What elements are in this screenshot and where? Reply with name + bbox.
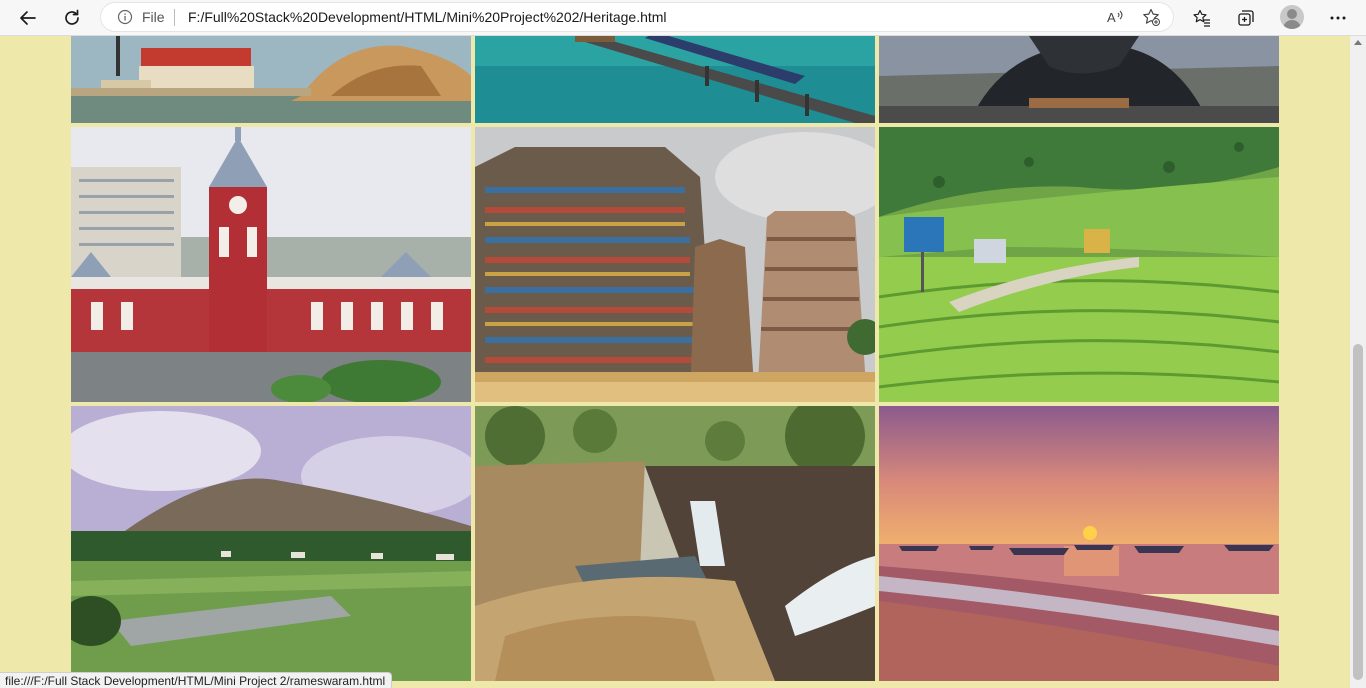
scroll-up-arrow-icon[interactable] [1354, 40, 1362, 45]
coastal-town-rocks-image[interactable] [71, 36, 471, 123]
hill-paddy-fields-image[interactable] [71, 406, 471, 681]
browser-toolbar: File F:/Full%20Stack%20Development/HTML/… [0, 0, 1366, 36]
address-separator [174, 9, 175, 26]
scheme-label: File [142, 9, 165, 25]
sunset-beach-boats-image[interactable] [879, 406, 1279, 681]
profile-avatar-icon[interactable] [1280, 5, 1304, 29]
temple-gopuram-image[interactable] [475, 127, 875, 402]
back-arrow-icon[interactable] [14, 4, 42, 32]
chennai-central-station-image[interactable] [71, 127, 471, 402]
read-aloud-icon[interactable]: A [1105, 7, 1125, 27]
more-options-icon[interactable] [1324, 4, 1352, 32]
favorites-icon[interactable] [1188, 4, 1216, 32]
scrollbar-thumb[interactable] [1353, 344, 1363, 680]
address-bar[interactable]: File F:/Full%20Stack%20Development/HTML/… [101, 3, 1173, 31]
add-favorite-icon[interactable] [1141, 7, 1161, 27]
url-text[interactable]: F:/Full%20Stack%20Development/HTML/Mini%… [188, 9, 667, 25]
collections-icon[interactable] [1232, 4, 1260, 32]
waterfall-gorge-image[interactable] [475, 406, 875, 681]
adiyogi-statue-image[interactable] [879, 36, 1279, 123]
status-link-preview: file:///F:/Full Stack Development/HTML/M… [0, 672, 393, 688]
refresh-icon[interactable] [58, 4, 86, 32]
tea-plantation-hills-image[interactable] [879, 127, 1279, 402]
page-scrollbar[interactable] [1350, 36, 1366, 688]
info-icon[interactable] [117, 9, 133, 29]
pamban-bridge-train-image[interactable] [475, 36, 875, 123]
svg-text:A: A [1107, 10, 1116, 25]
